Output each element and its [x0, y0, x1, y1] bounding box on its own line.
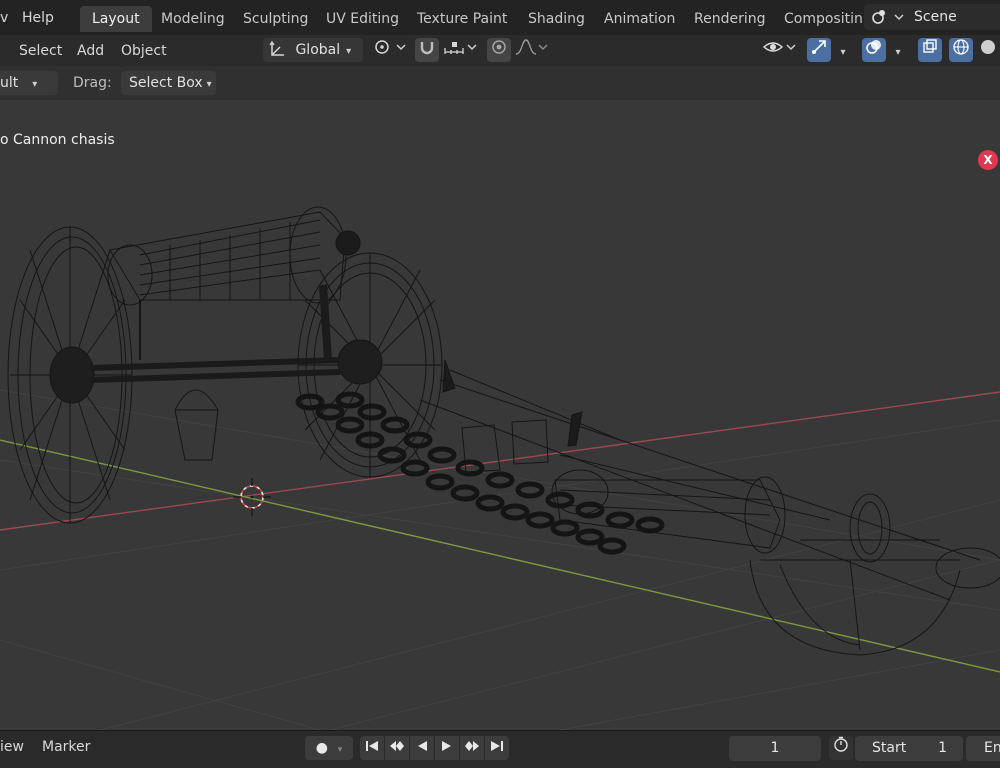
- chevron-down-icon: ▾: [895, 47, 901, 58]
- tab-animation[interactable]: Animation: [592, 6, 687, 32]
- visibility-dropdown[interactable]: [760, 38, 800, 62]
- keyframe-back-icon: [390, 741, 404, 751]
- scene-name: Scene: [914, 9, 957, 25]
- tab-compositing[interactable]: Compositin: [772, 6, 862, 32]
- record-icon: ●: [315, 740, 328, 756]
- orientation-value: Global: [295, 42, 341, 58]
- eye-icon: [762, 42, 796, 52]
- jump-keyframe-forward-button[interactable]: [460, 736, 484, 760]
- wireframe-sphere-icon: [953, 39, 969, 55]
- tab-sculpting[interactable]: Sculpting: [231, 6, 320, 32]
- end-label: En: [984, 740, 1000, 756]
- overlays-dropdown[interactable]: ▾: [888, 38, 908, 62]
- play-reverse-button[interactable]: [410, 736, 434, 760]
- scene-icon: [872, 10, 904, 24]
- proportional-edit-icon: [492, 40, 506, 54]
- timeline-header: iew Marker ● ▾ 1 Start 1 En: [0, 730, 1000, 768]
- 3d-viewport[interactable]: [0, 100, 1000, 730]
- xray-icon: [923, 39, 937, 53]
- mode-value: ult: [0, 75, 19, 91]
- object-info-text: o Cannon chasis: [0, 132, 115, 148]
- start-label: Start: [872, 740, 907, 756]
- stopwatch-icon[interactable]: [829, 736, 853, 760]
- chevron-down-icon: ▾: [32, 79, 38, 90]
- marker-menu[interactable]: Marker: [42, 739, 90, 755]
- tab-uv-editing[interactable]: UV Editing: [314, 6, 411, 32]
- magnet-icon: [420, 42, 434, 55]
- viewport-header: Select Add Object Global ▾ ▾ ▾: [0, 35, 1000, 66]
- jump-start-icon: [366, 741, 378, 751]
- tab-rendering[interactable]: Rendering: [682, 6, 778, 32]
- tab-modeling[interactable]: Modeling: [149, 6, 237, 32]
- end-frame-field[interactable]: En: [966, 736, 1000, 761]
- object-menu[interactable]: Object: [121, 39, 167, 63]
- solid-shading-button[interactable]: [975, 38, 1000, 62]
- gizmo-toggle[interactable]: [807, 38, 831, 62]
- tab-texture-paint[interactable]: Texture Paint: [405, 6, 519, 32]
- play-button[interactable]: [435, 736, 459, 760]
- xray-toggle[interactable]: [918, 38, 942, 62]
- close-icon[interactable]: X: [978, 150, 998, 170]
- orientation-icon: [269, 40, 284, 56]
- solid-sphere-icon: [980, 40, 995, 54]
- view-menu[interactable]: iew: [0, 739, 24, 755]
- play-reverse-icon: [418, 741, 427, 751]
- drag-dropdown[interactable]: Select Box ▾: [121, 71, 216, 95]
- auto-keying-dropdown[interactable]: ● ▾: [305, 736, 353, 760]
- drag-label: Drag:: [73, 75, 112, 91]
- chevron-down-icon: ▾: [206, 79, 212, 90]
- 3d-cursor-icon: [233, 478, 271, 516]
- wireframe-shading-button[interactable]: [949, 38, 973, 62]
- tab-layout[interactable]: Layout: [80, 6, 152, 32]
- pivot-icon: [375, 40, 406, 54]
- overlays-icon: [866, 40, 881, 54]
- workspace-bar: v Help Layout Modeling Sculpting UV Edit…: [0, 0, 1000, 35]
- snap-toggle[interactable]: [415, 38, 439, 62]
- help-menu[interactable]: Help: [22, 6, 54, 30]
- gizmo-dropdown[interactable]: ▾: [833, 38, 853, 62]
- snap-increment-icon: [444, 42, 477, 54]
- tab-shading[interactable]: Shading: [516, 6, 597, 32]
- drag-value: Select Box: [129, 75, 203, 91]
- chevron-down-icon: ▾: [346, 46, 352, 57]
- jump-to-start-button[interactable]: [360, 736, 384, 760]
- start-frame-field[interactable]: Start 1: [855, 736, 963, 761]
- chevron-down-icon: ▾: [840, 47, 846, 58]
- play-icon: [442, 741, 451, 751]
- x-axis-line: [0, 391, 1000, 531]
- snap-target-dropdown[interactable]: [441, 38, 481, 62]
- jump-to-end-button[interactable]: [485, 736, 509, 760]
- chain: [295, 391, 665, 555]
- falloff-dropdown[interactable]: [513, 38, 549, 62]
- gizmo-icon: [812, 40, 826, 54]
- add-menu[interactable]: Add: [77, 39, 104, 63]
- proportional-editing-toggle[interactable]: [487, 38, 511, 62]
- window-menu[interactable]: v: [0, 6, 8, 30]
- chevron-down-icon: ▾: [337, 745, 343, 755]
- pivot-point-dropdown[interactable]: [370, 38, 410, 62]
- overlays-toggle[interactable]: [862, 38, 886, 62]
- falloff-curve-icon: [515, 39, 548, 55]
- jump-keyframe-back-button[interactable]: [385, 736, 409, 760]
- mode-dropdown[interactable]: ult ▾: [0, 71, 58, 95]
- keyframe-forward-icon: [465, 741, 479, 751]
- select-menu[interactable]: Select: [19, 39, 62, 63]
- scene-selector[interactable]: Scene: [864, 4, 1000, 30]
- transform-orientation-dropdown[interactable]: Global ▾: [263, 38, 363, 62]
- start-value: 1: [938, 740, 947, 756]
- viewport-scene: [0, 206, 1000, 730]
- tool-settings-bar: ult ▾ Drag: Select Box ▾: [0, 66, 1000, 100]
- jump-end-icon: [491, 741, 503, 751]
- current-frame-field[interactable]: 1: [729, 736, 821, 761]
